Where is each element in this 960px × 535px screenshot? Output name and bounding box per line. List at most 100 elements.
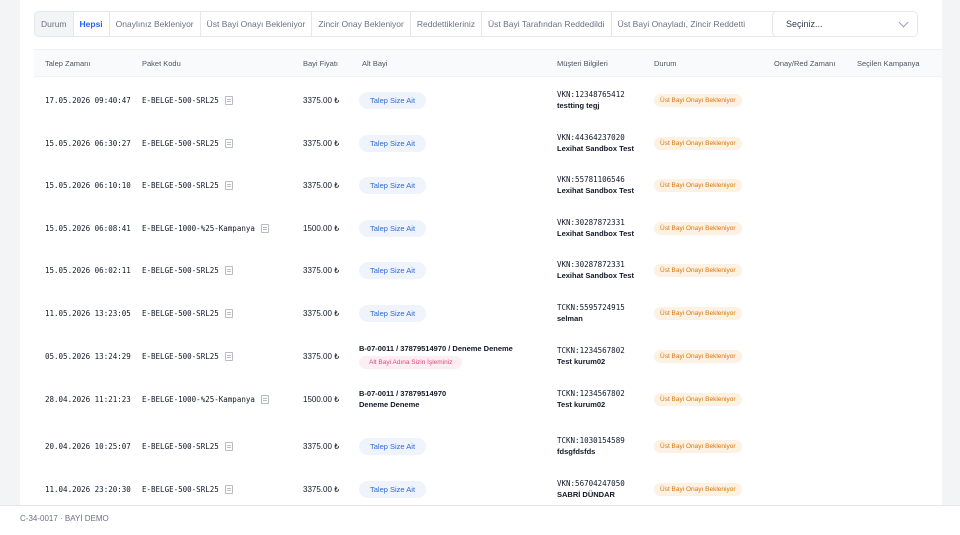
filter-tab-chain-rejected[interactable]: Üst Bayi Onayladı, Zincir Reddetti: [612, 12, 752, 36]
dealer-price: 3375.00 ₺: [303, 138, 340, 148]
status-badge: Üst Bayi Onayı Bekleniyor: [654, 349, 742, 363]
customer-name: SABRİ DÜNDAR: [557, 490, 615, 499]
table-row[interactable]: 05.05.2026 13:24:29 E-BELGE-500-SRL25 3375…: [34, 335, 942, 377]
copy-icon[interactable]: [224, 308, 233, 318]
request-time: 15.05.2026 06:10:10: [45, 180, 131, 190]
customer-name: fdsgfdsfds: [557, 447, 596, 456]
col-approval-time[interactable]: Onay/Red Zamanı: [774, 50, 835, 78]
copy-icon[interactable]: [224, 95, 233, 105]
table-header: Talep Zamanı Paket Kodu Bayi Fiyatı Alt …: [34, 49, 942, 77]
campaign-select-value: Seçiniz...: [786, 19, 823, 29]
customer-tax-id: VKN:55781106546: [557, 175, 625, 184]
copy-icon[interactable]: [224, 441, 233, 451]
status-badge: Üst Bayi Onayı Bekleniyor: [654, 392, 742, 406]
package-code: E-BELGE-500-SRL25: [142, 308, 219, 318]
table-row[interactable]: 15.05.2026 06:08:41 E-BELGE-1000-%25-Kamp…: [34, 207, 942, 249]
sub-dealer-code: B-07-0011 / 37879514970 / Deneme Deneme: [359, 343, 513, 353]
customer-tax-id: VKN:30287872331: [557, 218, 625, 227]
dealer-price: 1500.00 ₺: [303, 223, 340, 233]
col-package-code[interactable]: Paket Kodu: [142, 50, 181, 78]
request-time: 11.05.2026 13:23:05: [45, 308, 131, 318]
filter-tab-your-rejections[interactable]: Reddettikleriniz: [411, 12, 482, 36]
dealer-price: 3375.00 ₺: [303, 351, 340, 361]
table-row[interactable]: 15.05.2026 06:10:10 E-BELGE-500-SRL25 3375…: [34, 164, 942, 206]
col-selected-campaign[interactable]: Seçilen Kampanya: [857, 50, 920, 78]
on-behalf-badge: Alt Bayi Adına Sizin İşleminiz: [359, 355, 463, 369]
sub-dealer-badge: Talep Size Ait: [359, 437, 427, 455]
campaign-select[interactable]: Seçiniz...: [772, 11, 918, 37]
col-status[interactable]: Durum: [654, 50, 677, 78]
sub-dealer-name: Deneme Deneme: [359, 400, 420, 409]
request-time: 20.04.2026 10:25:07: [45, 441, 131, 451]
table-row[interactable]: 17.05.2026 09:40:47 E-BELGE-500-SRL25 3375…: [34, 79, 942, 121]
status-badge: Üst Bayi Onayı Bekleniyor: [654, 482, 742, 496]
request-time: 17.05.2026 09:40:47: [45, 95, 131, 105]
status-badge: Üst Bayi Onayı Bekleniyor: [654, 93, 742, 107]
customer-name: selman: [557, 314, 583, 323]
table-row[interactable]: 20.04.2026 10:25:07 E-BELGE-500-SRL25 3375…: [34, 425, 942, 467]
dealer-price: 3375.00 ₺: [303, 180, 340, 190]
dealer-price: 3375.00 ₺: [303, 95, 340, 105]
copy-icon[interactable]: [224, 265, 233, 275]
dealer-price: 3375.00 ₺: [303, 265, 340, 275]
status-badge: Üst Bayi Onayı Bekleniyor: [654, 178, 742, 192]
filter-tab-awaiting-your-approval[interactable]: Onaylınız Bekleniyor: [110, 12, 201, 36]
sub-dealer-badge: Talep Size Ait: [359, 176, 427, 194]
customer-tax-id: TCKN:1030154589: [557, 436, 625, 445]
request-time: 15.05.2026 06:08:41: [45, 223, 131, 233]
package-code: E-BELGE-500-SRL25: [142, 265, 219, 275]
table-row[interactable]: 15.05.2026 06:30:27 E-BELGE-500-SRL25 3375…: [34, 122, 942, 164]
col-sub-dealer[interactable]: Alt Bayi: [362, 50, 387, 78]
package-code: E-BELGE-1000-%25-Kampanya: [142, 223, 255, 233]
status-badge: Üst Bayi Onayı Bekleniyor: [654, 221, 742, 235]
customer-name: Lexihat Sandbox Test: [557, 144, 634, 153]
package-code: E-BELGE-500-SRL25: [142, 351, 219, 361]
status-badge: Üst Bayi Onayı Bekleniyor: [654, 263, 742, 277]
sub-dealer-badge: Talep Size Ait: [359, 480, 427, 498]
dealer-price: 3375.00 ₺: [303, 441, 340, 451]
copy-icon[interactable]: [224, 138, 233, 148]
package-code: E-BELGE-500-SRL25: [142, 138, 219, 148]
status-badge: Üst Bayi Onayı Bekleniyor: [654, 136, 742, 150]
customer-name: Lexihat Sandbox Test: [557, 229, 634, 238]
table-row[interactable]: 15.05.2026 06:02:11 E-BELGE-500-SRL25 3375…: [34, 249, 942, 291]
filter-tab-awaiting-parent-approval[interactable]: Üst Bayi Onayı Bekleniyor: [201, 12, 313, 36]
copy-icon[interactable]: [224, 484, 233, 494]
status-filter-bar: Durum Hepsi Onaylınız Bekleniyor Üst Bay…: [34, 11, 786, 37]
col-customer-info[interactable]: Müşteri Bilgileri: [557, 50, 608, 78]
request-time: 15.05.2026 06:30:27: [45, 138, 131, 148]
package-code: E-BELGE-1000-%25-Kampanya: [142, 394, 255, 404]
status-filter-label: Durum: [35, 12, 74, 36]
table-row[interactable]: 11.05.2026 13:23:05 E-BELGE-500-SRL25 3375…: [34, 292, 942, 334]
filter-tab-rejected-by-parent[interactable]: Üst Bayi Tarafından Reddedildi: [482, 12, 612, 36]
col-dealer-price[interactable]: Bayi Fiyatı: [303, 50, 338, 78]
customer-name: Lexihat Sandbox Test: [557, 186, 634, 195]
dealer-price: 3375.00 ₺: [303, 484, 340, 494]
copy-icon[interactable]: [260, 394, 269, 404]
filter-tab-awaiting-chain-approval[interactable]: Zincir Onay Bekleniyor: [312, 12, 411, 36]
customer-tax-id: TCKN:1234567802: [557, 389, 625, 398]
customer-tax-id: VKN:56704247050: [557, 479, 625, 488]
col-request-time[interactable]: Talep Zamanı: [45, 50, 90, 78]
filter-tab-all[interactable]: Hepsi: [74, 12, 110, 36]
customer-tax-id: VKN:30287872331: [557, 260, 625, 269]
request-time: 15.05.2026 06:02:11: [45, 265, 131, 275]
customer-tax-id: VKN:44364237020: [557, 133, 625, 142]
request-time: 28.04.2026 11:21:23: [45, 394, 131, 404]
sub-dealer-badge: Talep Size Ait: [359, 219, 427, 237]
customer-tax-id: TCKN:5595724915: [557, 303, 625, 312]
package-code: E-BELGE-500-SRL25: [142, 484, 219, 494]
package-code: E-BELGE-500-SRL25: [142, 441, 219, 451]
sub-dealer-badge: Talep Size Ait: [359, 261, 427, 279]
chevron-down-icon: [898, 17, 909, 27]
customer-name: Test kurum02: [557, 357, 606, 366]
copy-icon[interactable]: [260, 223, 269, 233]
sub-dealer-badge: Talep Size Ait: [359, 134, 427, 152]
copy-icon[interactable]: [224, 351, 233, 361]
dealer-price: 1500.00 ₺: [303, 394, 340, 404]
customer-tax-id: VKN:12348765412: [557, 90, 625, 99]
copy-icon[interactable]: [224, 180, 233, 190]
table-row[interactable]: 28.04.2026 11:21:23 E-BELGE-1000-%25-Kamp…: [34, 378, 942, 420]
table-row[interactable]: 11.04.2026 23:20:30 E-BELGE-500-SRL25 3375…: [34, 468, 942, 505]
footer-dealer-info: C-34-0017 · BAYİ DEMO: [0, 505, 960, 535]
